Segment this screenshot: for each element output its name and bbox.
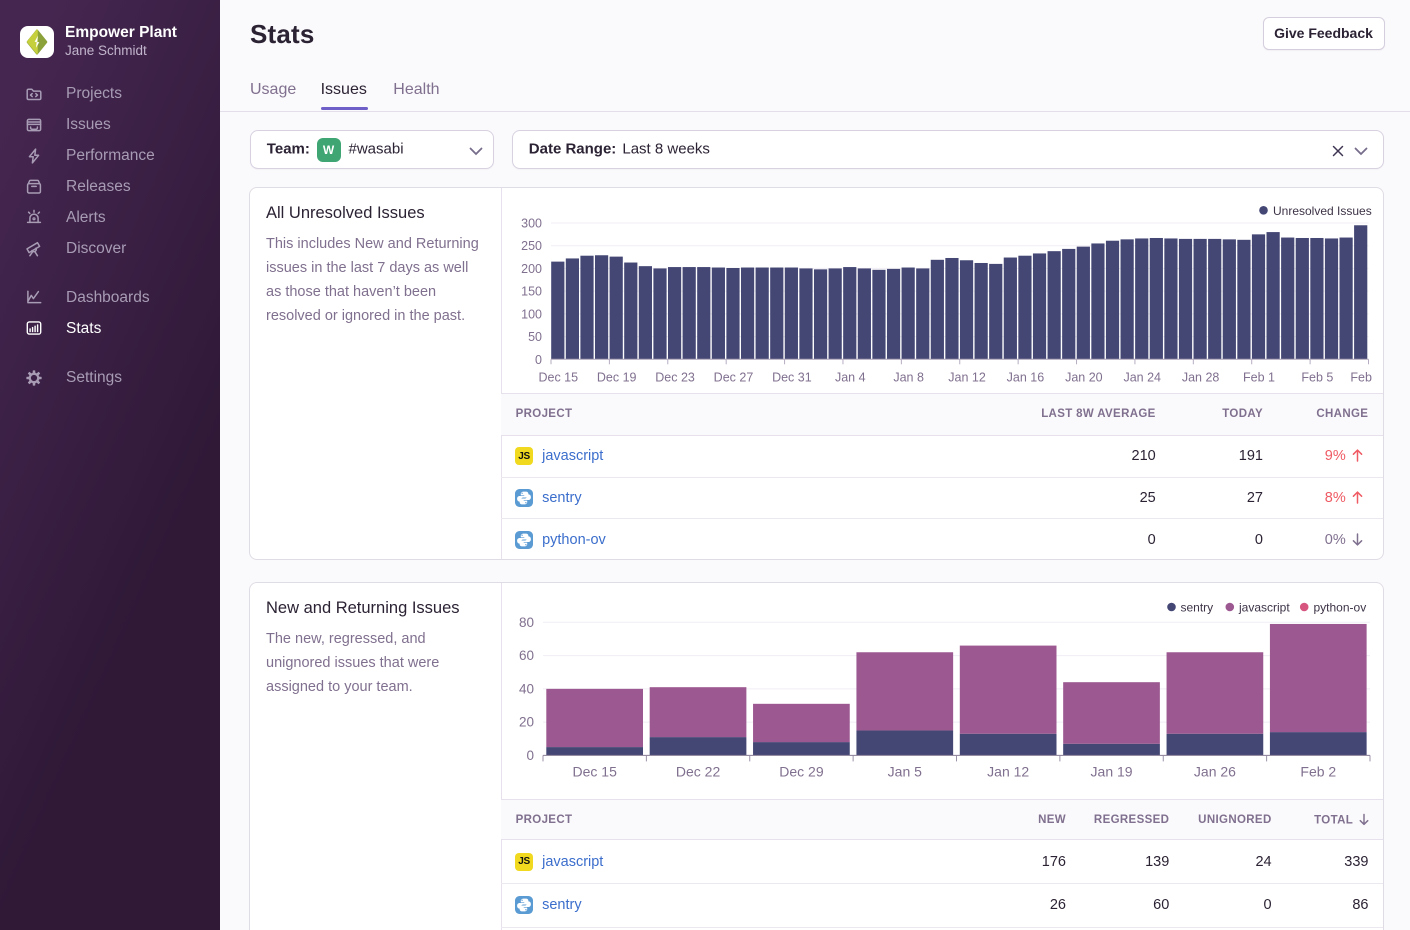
svg-text:Jan 12: Jan 12 — [987, 763, 1029, 779]
svg-text:300: 300 — [521, 216, 542, 230]
svg-text:20: 20 — [519, 714, 534, 729]
svg-text:Dec 22: Dec 22 — [676, 763, 721, 779]
svg-text:Dec 19: Dec 19 — [597, 370, 637, 384]
svg-text:40: 40 — [519, 681, 534, 696]
svg-text:Dec 15: Dec 15 — [538, 370, 578, 384]
svg-text:Jan 4: Jan 4 — [835, 370, 866, 384]
svg-text:80: 80 — [519, 614, 534, 629]
svg-text:Feb 2: Feb 2 — [1300, 763, 1336, 779]
svg-text:0: 0 — [535, 352, 542, 366]
svg-text:sentry: sentry — [1181, 600, 1214, 614]
svg-text:0: 0 — [526, 747, 534, 762]
svg-text:python-ov: python-ov — [1314, 600, 1367, 614]
svg-text:Dec 31: Dec 31 — [772, 370, 812, 384]
svg-text:Jan 12: Jan 12 — [948, 370, 986, 384]
svg-text:Jan 20: Jan 20 — [1065, 370, 1103, 384]
svg-text:100: 100 — [521, 307, 542, 321]
svg-text:Unresolved Issues: Unresolved Issues — [1273, 203, 1372, 217]
svg-text:Jan 5: Jan 5 — [888, 763, 922, 779]
svg-text:Dec 29: Dec 29 — [779, 763, 824, 779]
svg-text:Dec 23: Dec 23 — [655, 370, 695, 384]
svg-text:Jan 24: Jan 24 — [1123, 370, 1161, 384]
svg-text:Feb 5: Feb 5 — [1301, 370, 1333, 384]
svg-text:Feb: Feb — [1350, 370, 1372, 384]
svg-text:50: 50 — [528, 330, 542, 344]
svg-text:Dec 27: Dec 27 — [714, 370, 754, 384]
svg-text:Jan 28: Jan 28 — [1182, 370, 1220, 384]
svg-text:200: 200 — [521, 261, 542, 275]
svg-text:Jan 16: Jan 16 — [1007, 370, 1045, 384]
svg-text:250: 250 — [521, 239, 542, 253]
svg-text:Jan 19: Jan 19 — [1091, 763, 1133, 779]
svg-text:Jan 8: Jan 8 — [893, 370, 924, 384]
svg-text:Dec 15: Dec 15 — [573, 763, 618, 779]
svg-text:150: 150 — [521, 284, 542, 298]
svg-text:Feb 1: Feb 1 — [1243, 370, 1275, 384]
svg-text:Jan 26: Jan 26 — [1194, 763, 1236, 779]
svg-text:javascript: javascript — [1238, 600, 1290, 614]
svg-text:60: 60 — [519, 648, 534, 663]
